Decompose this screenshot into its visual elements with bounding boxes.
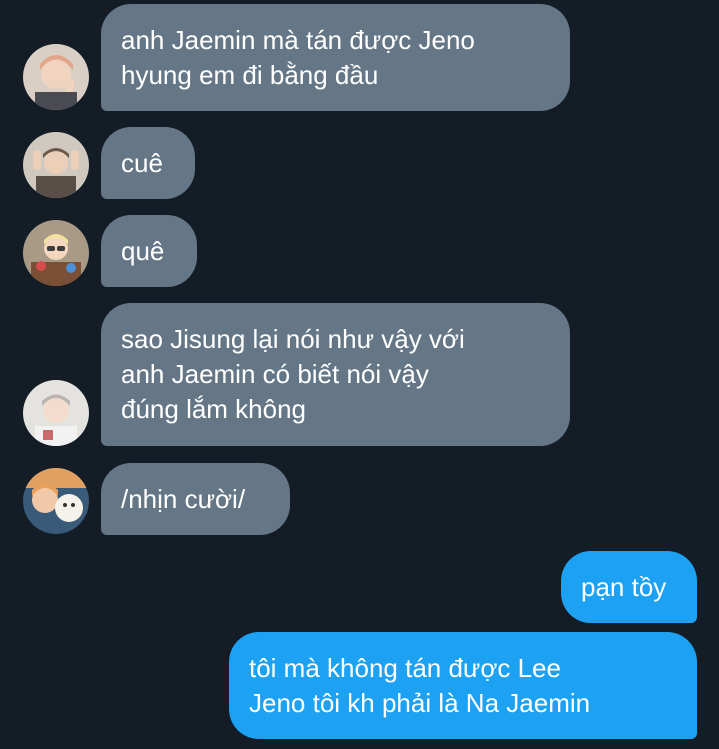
message-bubble[interactable]: cuê bbox=[101, 127, 195, 199]
message-line: anh Jaemin mà tán được Jeno bbox=[121, 25, 475, 55]
message-bubble[interactable]: /nhịn cười/ bbox=[101, 463, 290, 535]
message-line: quê bbox=[121, 236, 165, 266]
message-bubble[interactable]: anh Jaemin mà tán được Jeno hyung em đi … bbox=[101, 4, 570, 111]
avatar[interactable] bbox=[23, 220, 89, 286]
message-bubble[interactable]: quê bbox=[101, 215, 197, 287]
avatar[interactable] bbox=[23, 132, 89, 198]
message-line: đúng lắm không bbox=[121, 394, 307, 424]
message-line: cuê bbox=[121, 148, 163, 178]
message-bubble[interactable]: sao Jisung lại nói như vậy với anh Jaemi… bbox=[101, 303, 570, 446]
message-line: tôi mà không tán được Lee bbox=[249, 653, 561, 683]
chat-thread: anh Jaemin mà tán được Jeno hyung em đi … bbox=[0, 0, 719, 749]
message-line: /nhịn cười/ bbox=[121, 484, 246, 514]
avatar[interactable] bbox=[23, 44, 89, 110]
message-line: hyung em đi bằng đầu bbox=[121, 60, 379, 90]
message-line: anh Jaemin có biết nói vậy bbox=[121, 359, 429, 389]
message-line: sao Jisung lại nói như vậy với bbox=[121, 324, 465, 354]
message-line: pạn tồy bbox=[581, 572, 667, 602]
message-line: Jeno tôi kh phải là Na Jaemin bbox=[249, 688, 591, 718]
message-bubble[interactable]: tôi mà không tán được Lee Jeno tôi kh ph… bbox=[229, 632, 697, 739]
avatar[interactable] bbox=[23, 468, 89, 534]
avatar[interactable] bbox=[23, 380, 89, 446]
message-bubble[interactable]: pạn tồy bbox=[561, 551, 697, 623]
